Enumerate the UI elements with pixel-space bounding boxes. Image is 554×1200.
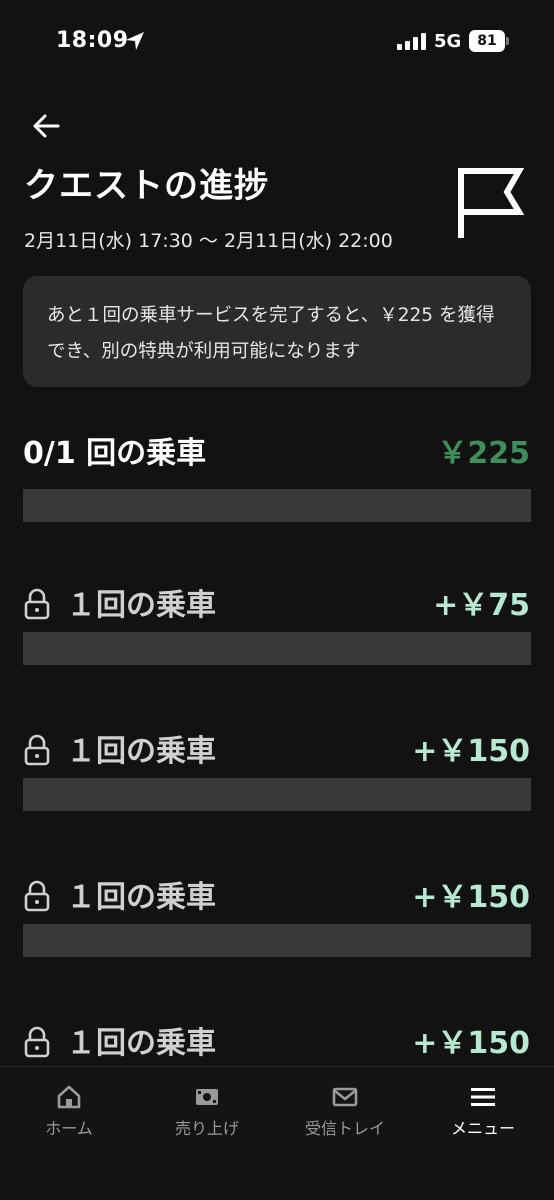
flag-icon <box>458 168 525 238</box>
nav-home-label: ホーム <box>45 1119 93 1138</box>
tier-item: １回の乗車 +￥150 <box>0 724 554 834</box>
menu-icon <box>471 1088 495 1106</box>
nav-inbox[interactable]: 受信トレイ <box>276 1083 414 1143</box>
lock-icon <box>24 1026 50 1058</box>
nav-earnings-label: 売り上げ <box>174 1119 239 1138</box>
quest-progress-screen: 18:09 5G 81 クエストの進捗 2月11日(水) 17:30 〜 2月1… <box>0 0 554 1200</box>
tier-label: １回の乗車 <box>66 588 216 623</box>
tier-reward: +￥150 <box>412 880 530 915</box>
nav-inbox-label: 受信トレイ <box>304 1119 385 1138</box>
location-arrow-icon <box>126 32 144 50</box>
lock-icon <box>24 734 50 766</box>
earnings-icon <box>196 1089 218 1105</box>
status-time: 18:09 <box>56 28 129 53</box>
back-button[interactable] <box>28 108 64 144</box>
tier-reward: +￥75 <box>433 588 530 623</box>
quest-info-card: あと１回の乗車サービスを完了すると、￥225 を獲得でき、別の特典が利用可能にな… <box>23 276 531 387</box>
nav-home[interactable]: ホーム <box>0 1083 138 1143</box>
tier-label: １回の乗車 <box>66 1026 216 1061</box>
nav-menu[interactable]: メニュー <box>414 1083 552 1143</box>
nav-menu-label: メニュー <box>450 1119 515 1138</box>
progress-bar <box>23 489 531 522</box>
battery-level: 81 <box>469 30 505 52</box>
tier-progress-bar <box>23 778 531 811</box>
quest-info-text: あと１回の乗車サービスを完了すると、￥225 を獲得でき、別の特典が利用可能にな… <box>47 305 495 362</box>
network-type: 5G <box>434 31 462 52</box>
home-icon <box>57 1085 81 1109</box>
battery-icon: 81 <box>469 30 509 52</box>
tier-reward: +￥150 <box>412 1026 530 1061</box>
mail-icon <box>332 1087 358 1107</box>
nav-earnings[interactable]: 売り上げ <box>138 1083 276 1143</box>
arrow-left-icon <box>33 114 60 138</box>
page-title: クエストの進捗 <box>24 166 269 206</box>
cellular-signal-icon <box>397 33 426 50</box>
lock-icon <box>24 880 50 912</box>
tier-reward: +￥150 <box>412 734 530 769</box>
tier-item: １回の乗車 +￥75 <box>0 578 554 688</box>
date-range: 2月11日(水) 17:30 〜 2月11日(水) 22:00 <box>24 230 393 252</box>
tier-progress-bar <box>23 924 531 957</box>
bottom-navigation: ホーム 売り上げ 受信トレイ メニュー <box>0 1066 554 1200</box>
battery-cap <box>506 37 509 45</box>
progress-total-reward: ￥225 <box>437 436 530 471</box>
progress-count: 0/1 回の乗車 <box>23 436 207 471</box>
tier-label: １回の乗車 <box>66 880 216 915</box>
tier-label: １回の乗車 <box>66 734 216 769</box>
lock-icon <box>24 588 50 620</box>
status-bar: 18:09 5G 81 <box>0 0 554 86</box>
tier-progress-bar <box>23 632 531 665</box>
tier-item: １回の乗車 +￥150 <box>0 870 554 980</box>
